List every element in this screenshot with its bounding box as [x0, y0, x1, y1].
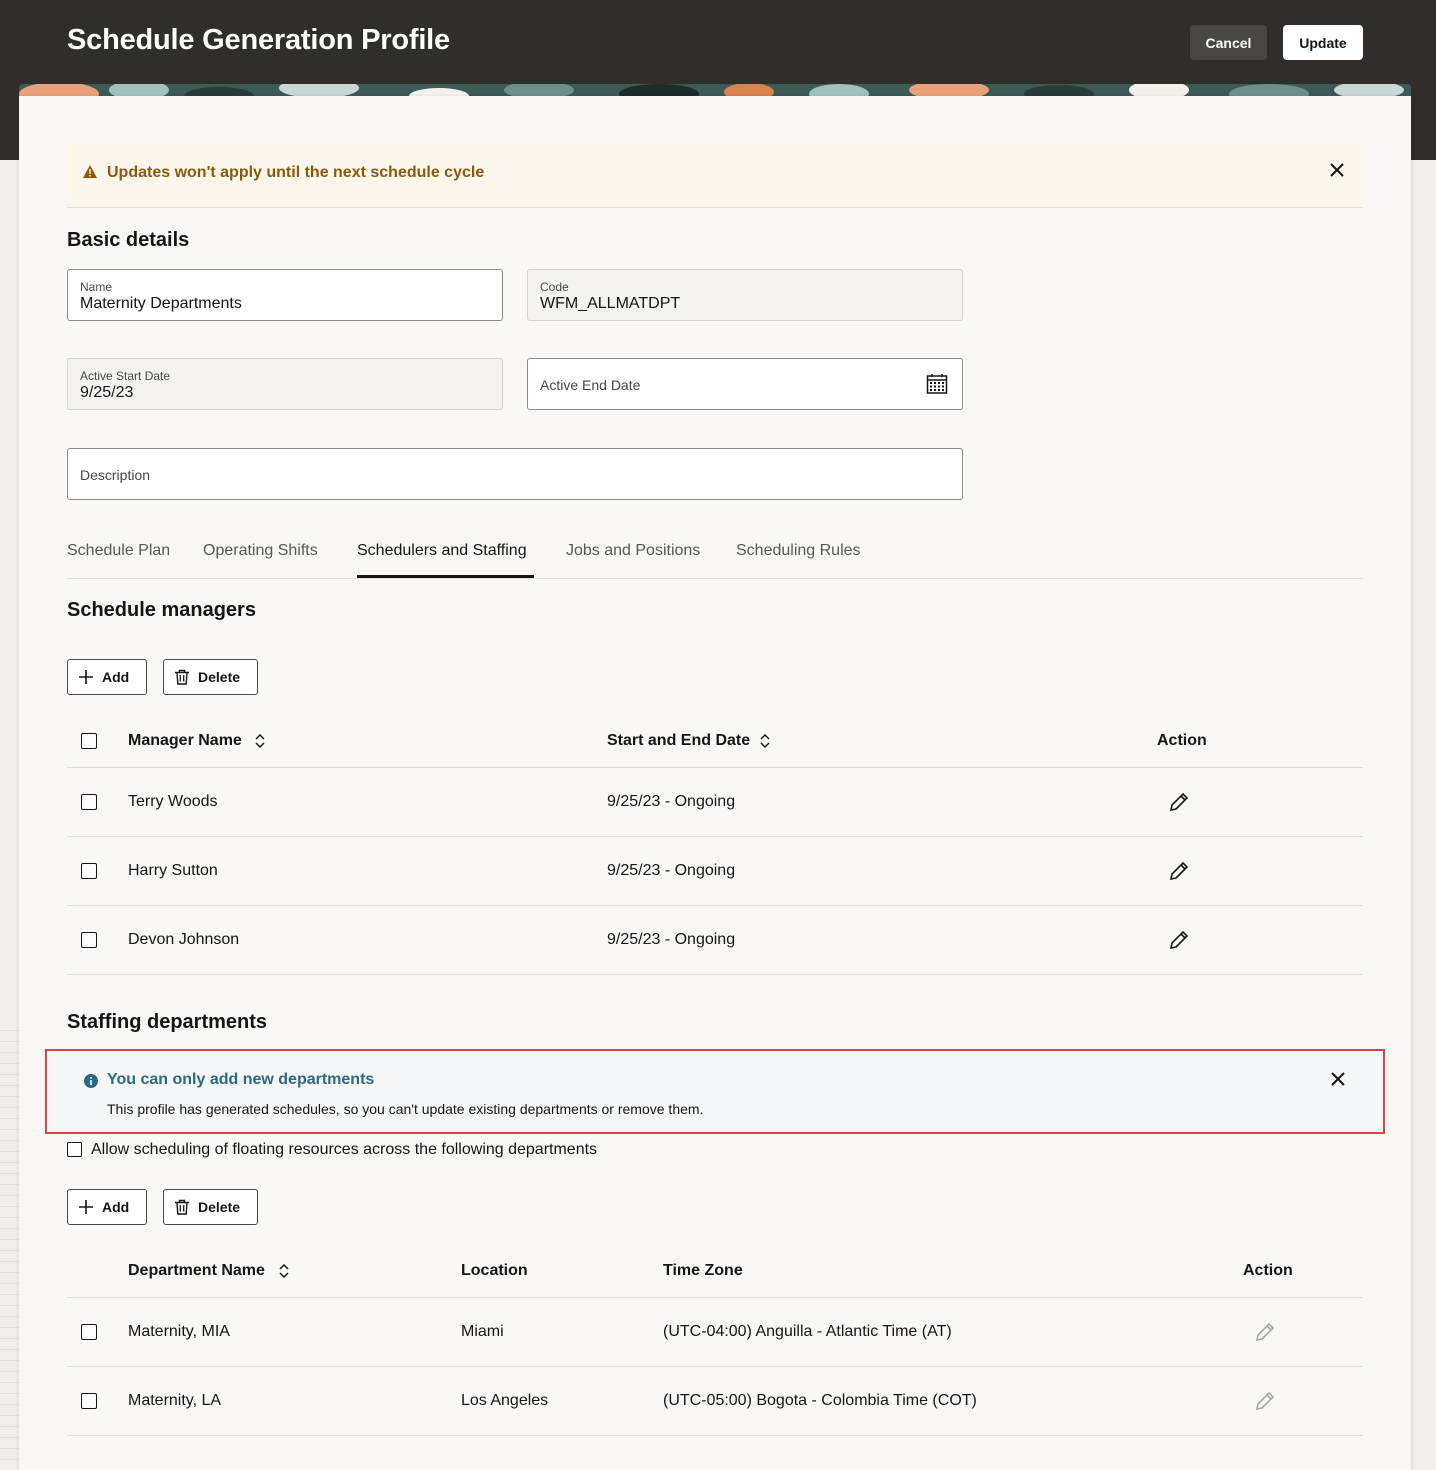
- add-manager-button[interactable]: Add: [67, 659, 147, 695]
- tabs-divider: [67, 578, 1363, 579]
- active-end-date-field[interactable]: Active End Date: [527, 358, 963, 410]
- code-label: Code: [540, 280, 569, 294]
- row-divider: [67, 1366, 1363, 1367]
- delete-label: Delete: [198, 1199, 241, 1215]
- column-header-action: Action: [1157, 732, 1207, 749]
- tab-scheduling-rules[interactable]: Scheduling Rules: [736, 542, 861, 560]
- warning-text: Updates won't apply until the next sched…: [107, 164, 485, 181]
- warning-banner: Updates won't apply until the next sched…: [67, 144, 1363, 208]
- end-date-label: Active End Date: [540, 377, 641, 393]
- close-icon[interactable]: [1329, 1070, 1347, 1088]
- department-location: Los Angeles: [461, 1392, 549, 1409]
- edit-pencil-icon[interactable]: [1168, 860, 1190, 882]
- manager-name: Terry Woods: [128, 793, 218, 810]
- delete-department-button[interactable]: Delete: [163, 1189, 258, 1225]
- edit-pencil-icon-disabled: [1255, 1391, 1275, 1411]
- trash-icon: [175, 669, 189, 685]
- staffing-departments-heading: Staffing departments: [67, 1011, 268, 1033]
- department-time-zone: (UTC-05:00) Bogota - Colombia Time (COT): [663, 1392, 977, 1409]
- plus-icon: [79, 1200, 93, 1214]
- floating-resources-checkbox[interactable]: [67, 1142, 82, 1157]
- delete-manager-button[interactable]: Delete: [163, 659, 258, 695]
- department-location: Miami: [461, 1323, 504, 1340]
- plus-icon: [79, 670, 93, 684]
- manager-dates: 9/25/23 - Ongoing: [607, 793, 736, 810]
- row-checkbox[interactable]: [81, 1324, 97, 1340]
- tab-schedule-plan[interactable]: Schedule Plan: [67, 542, 170, 560]
- column-header-action: Action: [1243, 1262, 1293, 1279]
- floating-resources-label: Allow scheduling of floating resources a…: [91, 1141, 598, 1158]
- column-header-location: Location: [461, 1262, 528, 1279]
- row-divider: [67, 836, 1363, 837]
- info-body: This profile has generated schedules, so…: [107, 1101, 704, 1117]
- column-header-manager-name[interactable]: Manager Name: [128, 732, 242, 750]
- manager-name: Harry Sutton: [128, 862, 218, 879]
- manager-dates: 9/25/23 - Ongoing: [607, 862, 736, 879]
- column-header-start-end-date[interactable]: Start and End Date: [607, 732, 750, 750]
- add-label: Add: [102, 1199, 130, 1215]
- page-title: Schedule Generation Profile: [67, 24, 450, 56]
- active-start-date-field: Active Start Date 9/25/23: [67, 358, 503, 410]
- info-message-box: You can only add new departments This pr…: [45, 1049, 1385, 1134]
- warning-icon: [83, 165, 97, 178]
- delete-label: Delete: [198, 669, 241, 685]
- department-name: Maternity, MIA: [128, 1323, 230, 1340]
- row-checkbox[interactable]: [81, 932, 97, 948]
- manager-dates: 9/25/23 - Ongoing: [607, 931, 736, 948]
- row-checkbox[interactable]: [81, 863, 97, 879]
- update-button[interactable]: Update: [1283, 25, 1363, 60]
- code-value: WFM_ALLMATDPT: [540, 295, 681, 312]
- info-icon: [84, 1074, 98, 1088]
- edit-pencil-icon-disabled: [1255, 1322, 1275, 1342]
- tab-schedulers-and-staffing[interactable]: Schedulers and Staffing: [357, 542, 527, 560]
- row-divider: [67, 1435, 1363, 1436]
- name-value: Maternity Departments: [80, 295, 242, 312]
- basic-details-heading: Basic details: [67, 229, 190, 251]
- edit-pencil-icon[interactable]: [1168, 791, 1190, 813]
- row-divider: [67, 905, 1363, 906]
- description-field[interactable]: Description: [67, 448, 963, 500]
- sort-icon[interactable]: [254, 733, 266, 749]
- add-label: Add: [102, 669, 130, 685]
- row-divider: [67, 974, 1363, 975]
- schedule-managers-heading: Schedule managers: [67, 599, 256, 621]
- start-date-label: Active Start Date: [80, 369, 171, 383]
- select-all-managers-checkbox[interactable]: [81, 733, 97, 749]
- column-header-department-name[interactable]: Department Name: [128, 1262, 265, 1280]
- row-checkbox[interactable]: [81, 794, 97, 810]
- close-icon[interactable]: [1328, 161, 1346, 179]
- row-checkbox[interactable]: [81, 1393, 97, 1409]
- column-header-time-zone: Time Zone: [663, 1262, 743, 1279]
- manager-name: Devon Johnson: [128, 931, 240, 948]
- trash-icon: [175, 1199, 189, 1215]
- name-field[interactable]: Name Maternity Departments: [67, 269, 503, 321]
- name-label: Name: [80, 280, 113, 294]
- department-name: Maternity, LA: [128, 1392, 222, 1409]
- sort-icon[interactable]: [278, 1263, 290, 1279]
- tab-operating-shifts[interactable]: Operating Shifts: [203, 542, 318, 560]
- profile-card: Updates won't apply until the next sched…: [19, 96, 1411, 1470]
- cancel-button[interactable]: Cancel: [1190, 25, 1267, 60]
- description-label: Description: [80, 467, 151, 483]
- tab-jobs-and-positions[interactable]: Jobs and Positions: [566, 542, 700, 560]
- department-time-zone: (UTC-04:00) Anguilla - Atlantic Time (AT…: [663, 1323, 952, 1340]
- code-field: Code WFM_ALLMATDPT: [527, 269, 963, 321]
- calendar-icon[interactable]: [926, 373, 948, 395]
- add-department-button[interactable]: Add: [67, 1189, 147, 1225]
- table-divider: [67, 1297, 1363, 1298]
- background-pattern: [0, 1020, 19, 1470]
- table-divider: [67, 767, 1363, 768]
- edit-pencil-icon[interactable]: [1168, 929, 1190, 951]
- start-date-value: 9/25/23: [80, 384, 134, 401]
- info-title: You can only add new departments: [107, 1071, 375, 1088]
- sort-icon[interactable]: [759, 733, 771, 749]
